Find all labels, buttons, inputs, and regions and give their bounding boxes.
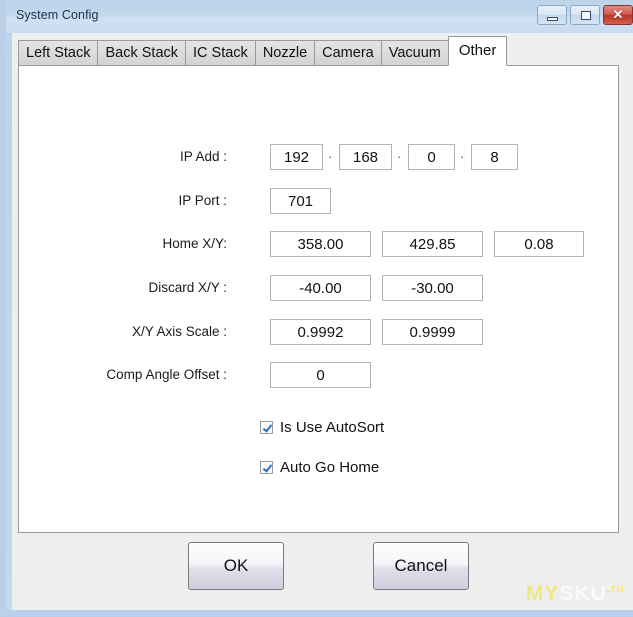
is-use-autosort-label: Is Use AutoSort bbox=[280, 419, 385, 436]
ip-add-separator-2: · bbox=[397, 149, 402, 164]
home-y-input[interactable] bbox=[382, 231, 483, 257]
tab-ic-stack[interactable]: IC Stack bbox=[185, 40, 256, 66]
check-icon bbox=[263, 462, 271, 471]
auto-go-home-label: Auto Go Home bbox=[280, 459, 380, 476]
tab-other[interactable]: Other bbox=[447, 36, 508, 66]
ok-button[interactable]: OK bbox=[188, 542, 284, 590]
watermark-part-sku: SKU bbox=[559, 582, 607, 605]
ip-add-label: IP Add : bbox=[179, 149, 227, 164]
ip-add-octet-1[interactable] bbox=[270, 144, 323, 170]
window-controls: ✕ bbox=[537, 5, 633, 25]
axis-scale-label: X/Y Axis Scale : bbox=[131, 324, 227, 339]
system-config-window: System Config ✕ Left Stack Back Stack IC… bbox=[0, 0, 633, 617]
auto-go-home-checkbox[interactable] bbox=[260, 461, 273, 474]
ip-add-octet-2[interactable] bbox=[339, 144, 392, 170]
discard-x-input[interactable] bbox=[270, 275, 371, 301]
comp-angle-offset-label: Comp Angle Offset : bbox=[106, 367, 227, 382]
ip-port-input[interactable] bbox=[270, 188, 331, 214]
discard-y-input[interactable] bbox=[382, 275, 483, 301]
check-icon bbox=[263, 422, 271, 431]
tab-back-stack[interactable]: Back Stack bbox=[97, 40, 187, 66]
tab-left-stack[interactable]: Left Stack bbox=[18, 40, 99, 66]
ip-add-octet-4[interactable] bbox=[471, 144, 518, 170]
watermark-part-my: MY bbox=[525, 582, 560, 605]
maximize-icon bbox=[581, 11, 591, 20]
tab-vacuum[interactable]: Vacuum bbox=[380, 40, 449, 66]
maximize-button[interactable] bbox=[570, 5, 600, 25]
discard-xy-label: Discard X/Y : bbox=[148, 280, 227, 295]
home-xy-label: Home X/Y: bbox=[162, 236, 227, 251]
cancel-button[interactable]: Cancel bbox=[373, 542, 469, 590]
tab-camera[interactable]: Camera bbox=[314, 40, 382, 66]
ip-add-separator-1: · bbox=[328, 149, 333, 164]
ip-port-label: IP Port : bbox=[178, 193, 227, 208]
ip-add-octet-3[interactable] bbox=[408, 144, 455, 170]
watermark-part-ru: .ru bbox=[606, 581, 625, 595]
close-button[interactable]: ✕ bbox=[603, 5, 633, 25]
mysku-watermark: MYSKU.ru bbox=[526, 581, 625, 606]
title-bar[interactable]: System Config ✕ bbox=[6, 0, 633, 33]
checkbox-row-auto-go-home[interactable]: Auto Go Home bbox=[260, 459, 379, 476]
home-z-input[interactable] bbox=[494, 231, 584, 257]
home-x-input[interactable] bbox=[270, 231, 371, 257]
tab-panel-other: IP Add : · · · IP Port : Home X/Y: Disca… bbox=[18, 65, 619, 533]
comp-angle-offset-input[interactable] bbox=[270, 362, 371, 388]
close-icon: ✕ bbox=[612, 7, 624, 22]
ip-add-separator-3: · bbox=[460, 149, 465, 164]
minimize-button[interactable] bbox=[537, 5, 567, 25]
tab-nozzle[interactable]: Nozzle bbox=[254, 40, 316, 66]
axis-scale-y-input[interactable] bbox=[382, 319, 483, 345]
minimize-icon bbox=[547, 17, 558, 21]
axis-scale-x-input[interactable] bbox=[270, 319, 371, 345]
client-area: Left Stack Back Stack IC Stack Nozzle Ca… bbox=[12, 33, 633, 610]
window-title: System Config bbox=[16, 8, 99, 22]
is-use-autosort-checkbox[interactable] bbox=[260, 421, 273, 434]
tab-strip: Left Stack Back Stack IC Stack Nozzle Ca… bbox=[18, 36, 508, 66]
checkbox-row-autosort[interactable]: Is Use AutoSort bbox=[260, 419, 384, 436]
